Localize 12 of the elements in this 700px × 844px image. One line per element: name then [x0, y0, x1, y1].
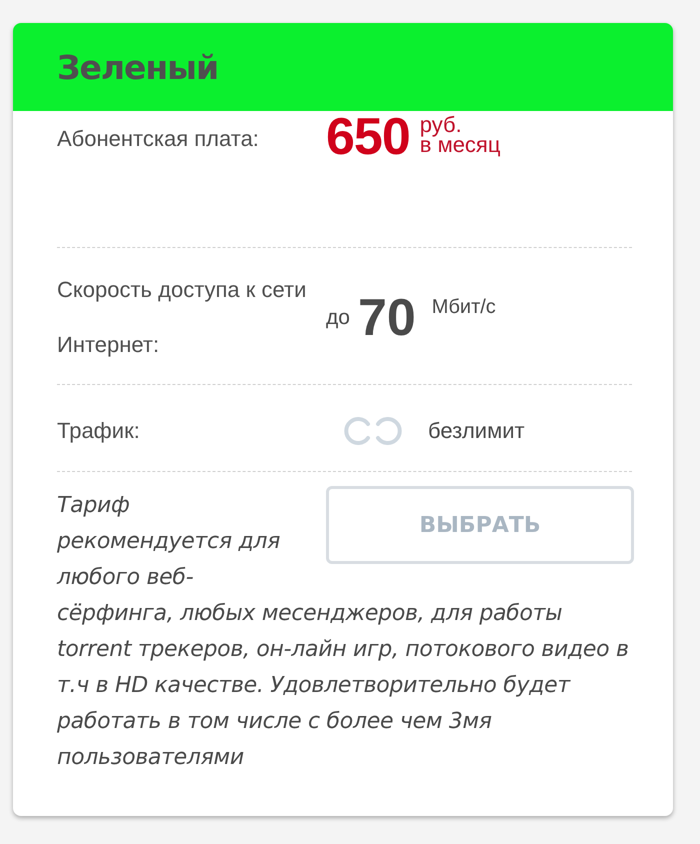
speed-value: 70	[358, 292, 416, 344]
tariff-description: сёрфинга, любых месенджеров, для работы torrent трекеров, он-лайн игр, потокового видео в т.ч в HD качестве. Удовлетворительно будет работать в том числе с более чем 3мя пользователями	[57, 600, 630, 772]
select-button[interactable]: ВЫБРАТЬ	[326, 486, 634, 564]
speed-prefix: до	[326, 306, 350, 330]
row-label: Трафик:	[57, 417, 141, 445]
price-unit: руб.	[420, 115, 463, 135]
tariff-title: Зеленый	[57, 48, 218, 86]
traffic-value: безлимит	[428, 418, 525, 444]
row-label: Абонентская плата:	[57, 125, 260, 153]
speed-unit: Мбит/с	[432, 296, 496, 319]
price-value: 650	[326, 111, 410, 163]
row-label: Скорость доступа к сети Интернет:	[57, 276, 308, 359]
